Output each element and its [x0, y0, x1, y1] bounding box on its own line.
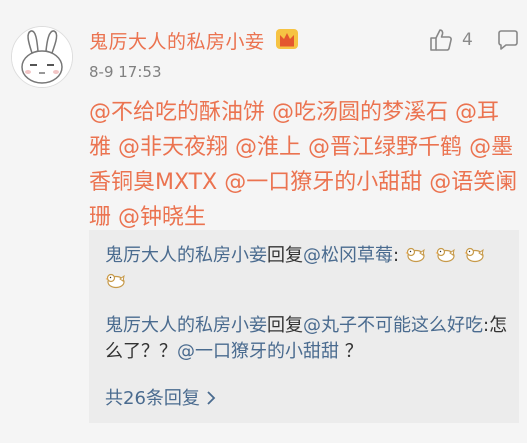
- reply-item: 鬼厉大人的私房小妾回复@丸子不可能这么好吃:怎么了？？@一口獠牙的小甜甜 ？: [105, 313, 510, 365]
- reply-item: 鬼厉大人的私房小妾回复@松冈草莓:: [105, 243, 510, 295]
- comment-username[interactable]: 鬼厉大人的私房小妾: [89, 27, 265, 54]
- mention-link[interactable]: @晋江绿野千鹤: [308, 135, 462, 160]
- crown-icon: [276, 29, 298, 49]
- comment-icon[interactable]: [497, 30, 519, 50]
- chick-emoji: [464, 247, 485, 263]
- rabbit-avatar-image: [12, 27, 72, 87]
- mention-link[interactable]: @钟晓生: [118, 205, 206, 230]
- comment-body: @不给吃的酥油饼 @吃汤圆的梦溪石 @耳雅 @非天夜翔 @淮上 @晋江绿野千鹤 …: [89, 95, 519, 235]
- comment-card: 鬼厉大人的私房小妾 8-9 17:53 4 @不给吃的酥油饼 @吃汤圆的梦溪石 …: [0, 0, 527, 443]
- like-count: 4: [462, 30, 473, 50]
- mention-link[interactable]: @不给吃的酥油饼: [89, 100, 265, 125]
- chick-emoji: [435, 247, 455, 263]
- reply-text: :: [393, 245, 400, 266]
- mention-link[interactable]: @一口獠牙的小甜甜: [224, 170, 422, 195]
- reply-verb: 回复: [267, 315, 303, 336]
- reply-target[interactable]: @松冈草莓: [303, 245, 393, 266]
- chick-emoji: [405, 247, 425, 263]
- reply-text-end: ？: [339, 341, 363, 362]
- reply-mention[interactable]: @一口獠牙的小甜甜: [177, 341, 339, 362]
- reply-target[interactable]: @丸子不可能这么好吃: [303, 315, 483, 336]
- mention-link[interactable]: @淮上: [235, 135, 301, 160]
- more-replies-label: 共26条回复: [105, 388, 200, 409]
- replies-panel: 鬼厉大人的私房小妾回复@松冈草莓: 鬼厉大人的私房小妾回复@丸子不可能这么好吃:…: [89, 230, 519, 423]
- comment-timestamp: 8-9 17:53: [89, 63, 162, 81]
- chick-emoji: [105, 273, 125, 289]
- reply-author[interactable]: 鬼厉大人的私房小妾: [105, 315, 267, 336]
- reply-verb: 回复: [267, 245, 303, 266]
- chevron-right-icon: [207, 391, 216, 405]
- mention-link[interactable]: @非天夜翔: [118, 135, 228, 160]
- more-replies-link[interactable]: 共26条回复: [105, 384, 216, 410]
- thumbs-up-icon[interactable]: [428, 27, 454, 53]
- mention-link[interactable]: @吃汤圆的梦溪石: [272, 100, 448, 125]
- avatar[interactable]: [11, 26, 73, 88]
- reply-author[interactable]: 鬼厉大人的私房小妾: [105, 245, 267, 266]
